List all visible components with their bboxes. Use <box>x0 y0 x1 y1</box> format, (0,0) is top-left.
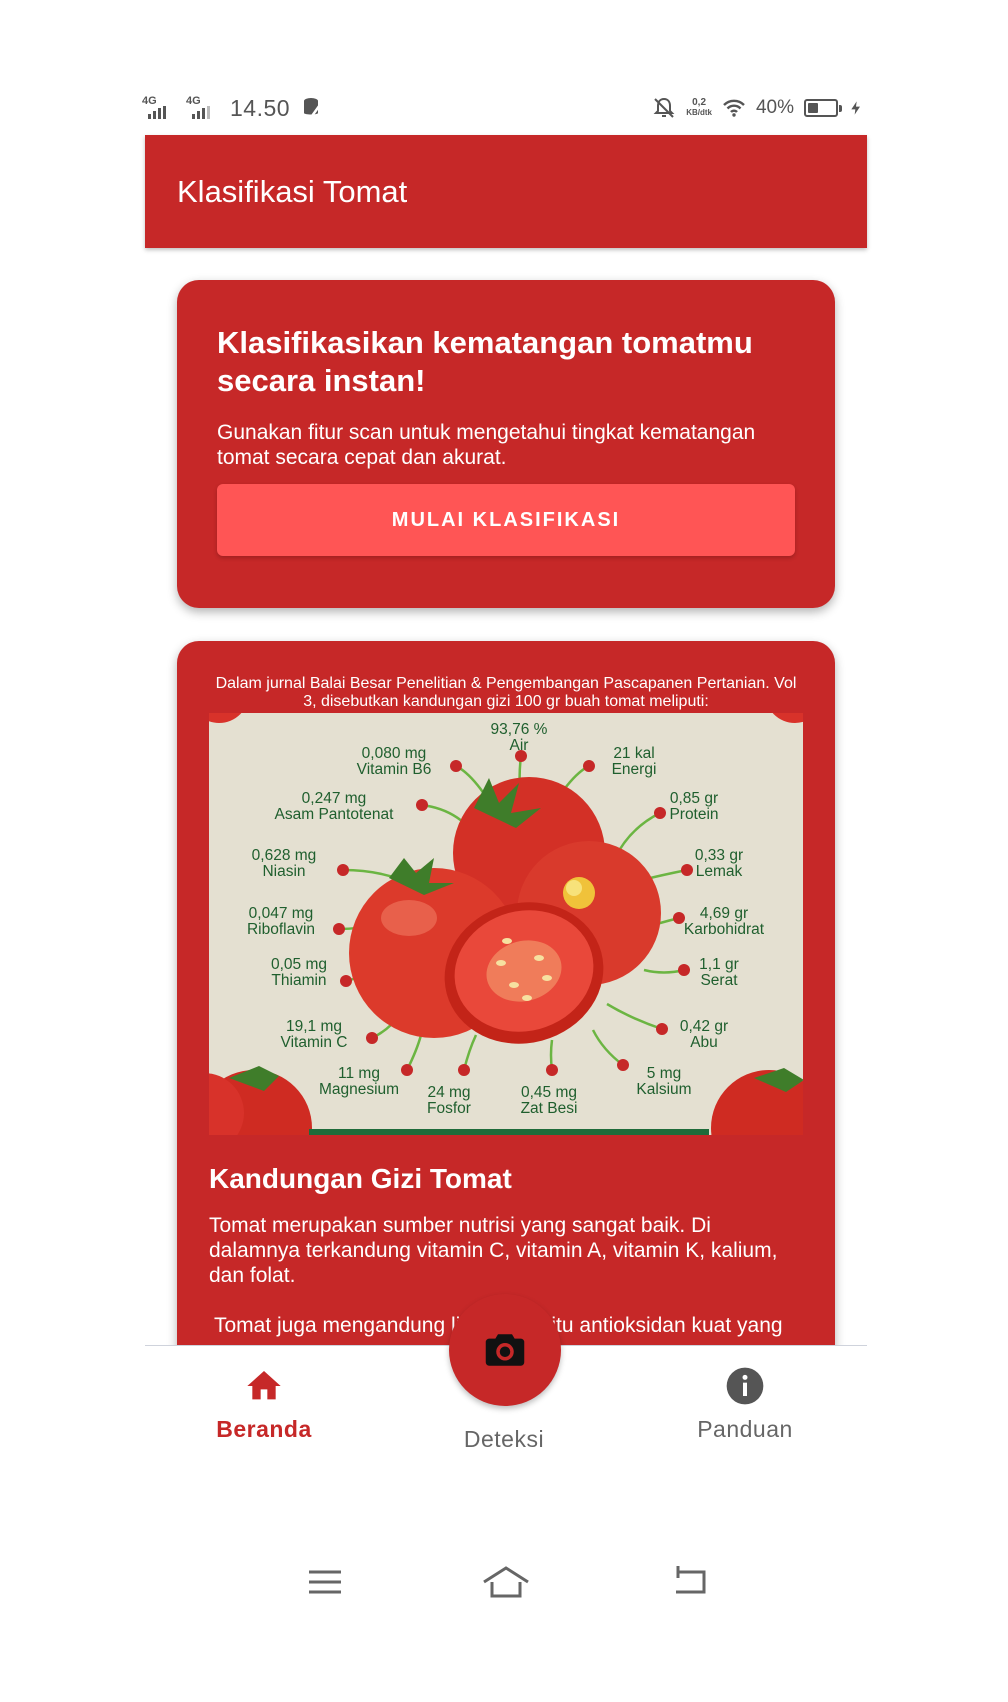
nutrient-label: 93,76 % Air <box>490 721 548 754</box>
status-bar: 4G 4G 14.50 0,2 KB/dtk 40% <box>142 88 864 128</box>
nav-guide-label: Panduan <box>697 1416 793 1442</box>
nutrient-label: 0,45 mg Zat Besi <box>520 1084 578 1117</box>
battery-icon <box>804 99 842 117</box>
nav-guide[interactable]: Panduan <box>645 1366 845 1443</box>
nutrient-label: 4,69 gr Karbohidrat <box>683 905 765 938</box>
nutrient-label: 0,080 mg Vitamin B6 <box>356 745 432 778</box>
status-left: 4G 4G 14.50 <box>142 95 324 122</box>
nutrient-label: 0,33 gr Lemak <box>694 847 744 880</box>
nav-home-label: Beranda <box>216 1416 312 1442</box>
nutrient-label: 11 mg Magnesium <box>318 1065 400 1098</box>
camera-fab-button[interactable] <box>449 1294 561 1406</box>
nutrient-label: 0,047 mg Riboflavin <box>246 905 316 938</box>
signal-icon: 4G <box>186 95 220 121</box>
system-nav-bar <box>300 1562 720 1602</box>
start-classification-button[interactable]: MULAI KLASIFIKASI <box>217 484 795 556</box>
main-content[interactable]: Klasifikasikan kematangan tomatmu secara… <box>145 248 867 1345</box>
network-speed: 0,2 KB/dtk <box>686 97 712 118</box>
nutrition-paragraph: Tomat merupakan sumber nutrisi yang sang… <box>209 1214 778 1287</box>
home-icon <box>247 1371 281 1400</box>
nutrient-label: 0,628 mg Niasin <box>251 847 317 880</box>
data-saver-icon <box>304 98 324 117</box>
nutrient-label: 0,85 gr Protein <box>669 790 719 823</box>
nutrient-label: 1,1 gr Serat <box>699 956 739 989</box>
info-icon <box>726 1367 764 1405</box>
nutrient-label: 21 kal Energi <box>611 745 657 778</box>
wifi-icon <box>723 99 745 117</box>
nutrient-label: 5 mg Kalsium <box>636 1065 692 1098</box>
nutrition-card: Dalam jurnal Balai Besar Penelitian & Pe… <box>177 641 835 1345</box>
hero-subtitle: Gunakan fitur scan untuk mengetahui ting… <box>217 421 756 469</box>
back-icon[interactable] <box>670 1562 710 1602</box>
nutrient-label: 24 mg Fosfor <box>427 1084 471 1117</box>
hero-title: Klasifikasikan kematangan tomatmu secara… <box>217 325 753 398</box>
nutrient-label: 19,1 mg Vitamin C <box>280 1018 348 1051</box>
section-title: Kandungan Gizi Tomat <box>209 1163 512 1194</box>
app-bar: Klasifikasi Tomat <box>145 135 867 248</box>
nav-detect[interactable]: Deteksi <box>404 1426 604 1453</box>
nav-home[interactable]: Beranda <box>164 1366 364 1443</box>
nutrient-label: 0,247 mg Asam Pantotenat <box>274 790 394 823</box>
charging-icon <box>851 101 860 115</box>
hero-card: Klasifikasikan kematangan tomatmu secara… <box>177 280 835 608</box>
camera-icon <box>485 1334 525 1366</box>
nutrition-infographic: Dalam jurnal Balai Besar Penelitian & Pe… <box>209 673 803 1135</box>
nutrient-label: 0,05 mg Thiamin <box>270 956 327 989</box>
nutrient-label: 0,42 gr Abu <box>679 1018 729 1051</box>
app-title: Klasifikasi Tomat <box>177 173 408 209</box>
home-nav-icon[interactable] <box>480 1562 532 1602</box>
clock: 14.50 <box>230 94 291 121</box>
status-right: 0,2 KB/dtk 40% <box>652 96 864 120</box>
battery-percent: 40% <box>755 97 794 118</box>
battery-level <box>808 103 819 113</box>
signal-icon: 4G <box>142 95 176 121</box>
infographic-banner: Dalam jurnal Balai Besar Penelitian & Pe… <box>209 673 803 713</box>
menu-icon[interactable] <box>305 1562 345 1602</box>
nav-detect-label: Deteksi <box>463 1426 545 1452</box>
notifications-off-icon <box>653 97 675 118</box>
